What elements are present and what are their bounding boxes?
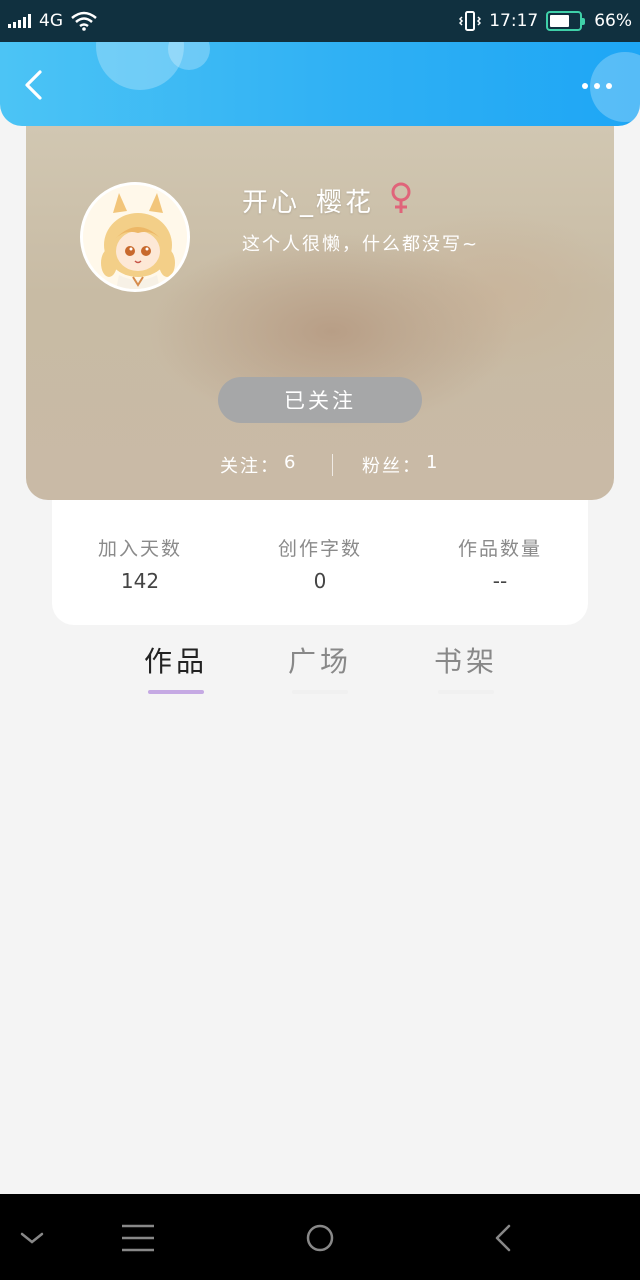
- tab-indicator: [438, 690, 494, 694]
- wifi-icon: [71, 11, 97, 31]
- stat-label: 加入天数: [97, 538, 182, 560]
- tab-square[interactable]: 广场: [270, 640, 370, 700]
- stat-value: 0: [313, 569, 327, 593]
- following-value: 6: [284, 452, 298, 473]
- network-type: 4G: [39, 11, 63, 31]
- battery-percent: 66%: [594, 11, 632, 31]
- app-bar: [0, 42, 640, 126]
- status-bar: 4G 17:17 66%: [0, 0, 640, 42]
- nickname: 开心_樱花: [242, 188, 375, 218]
- fans-label: 粉丝：: [362, 456, 422, 477]
- signal-icon: [8, 14, 31, 28]
- stats-card: 加入天数 142 创作字数 0 作品数量 --: [52, 500, 588, 625]
- content-tabs: 作品 广场 书架: [0, 640, 640, 700]
- following-count[interactable]: 关注： 6: [220, 452, 297, 478]
- home-icon[interactable]: [300, 1218, 340, 1258]
- tab-bookshelf[interactable]: 书架: [416, 640, 516, 700]
- stat-label: 作品数量: [457, 538, 542, 560]
- status-left: 4G: [8, 11, 97, 31]
- avatar[interactable]: [80, 182, 190, 292]
- stat-word-count: 创作字数 0: [240, 534, 400, 593]
- menu-icon[interactable]: [118, 1218, 158, 1258]
- back-nav-icon[interactable]: [484, 1218, 524, 1258]
- tab-indicator: [148, 690, 204, 694]
- follow-button[interactable]: 已关注: [218, 377, 422, 423]
- stat-works-count: 作品数量 --: [420, 534, 580, 593]
- vibrate-icon: [459, 11, 482, 31]
- system-nav-bar: [0, 1194, 640, 1280]
- female-gender-icon: [391, 182, 411, 213]
- status-right: 17:17 66%: [459, 10, 632, 32]
- stats-divider: [332, 454, 333, 476]
- profile-card: 开心_樱花 这个人很懒，什么都没写~ 已关注 关注： 6 粉丝： 1: [26, 126, 614, 500]
- stat-value: --: [492, 569, 508, 593]
- tab-label: 作品: [143, 645, 208, 678]
- more-options-button[interactable]: [582, 78, 618, 94]
- back-button[interactable]: [18, 68, 52, 102]
- stat-join-days: 加入天数 142: [60, 534, 220, 593]
- battery-icon: [546, 11, 586, 31]
- following-label: 关注：: [220, 456, 280, 477]
- tab-label: 广场: [287, 645, 352, 678]
- tab-label: 书架: [433, 645, 498, 678]
- clock: 17:17: [489, 11, 539, 31]
- bio: 这个人很懒，什么都没写~: [242, 234, 480, 255]
- tab-works[interactable]: 作品: [126, 640, 226, 700]
- stat-label: 创作字数: [277, 538, 362, 560]
- chevron-down-icon[interactable]: [12, 1218, 52, 1258]
- fans-count[interactable]: 粉丝： 1: [362, 452, 439, 478]
- tab-indicator: [292, 690, 348, 694]
- fans-value: 1: [426, 452, 440, 473]
- stat-value: 142: [120, 569, 160, 593]
- avatar-illustration: [83, 185, 187, 289]
- follow-stats: 关注： 6 粉丝： 1: [26, 452, 614, 478]
